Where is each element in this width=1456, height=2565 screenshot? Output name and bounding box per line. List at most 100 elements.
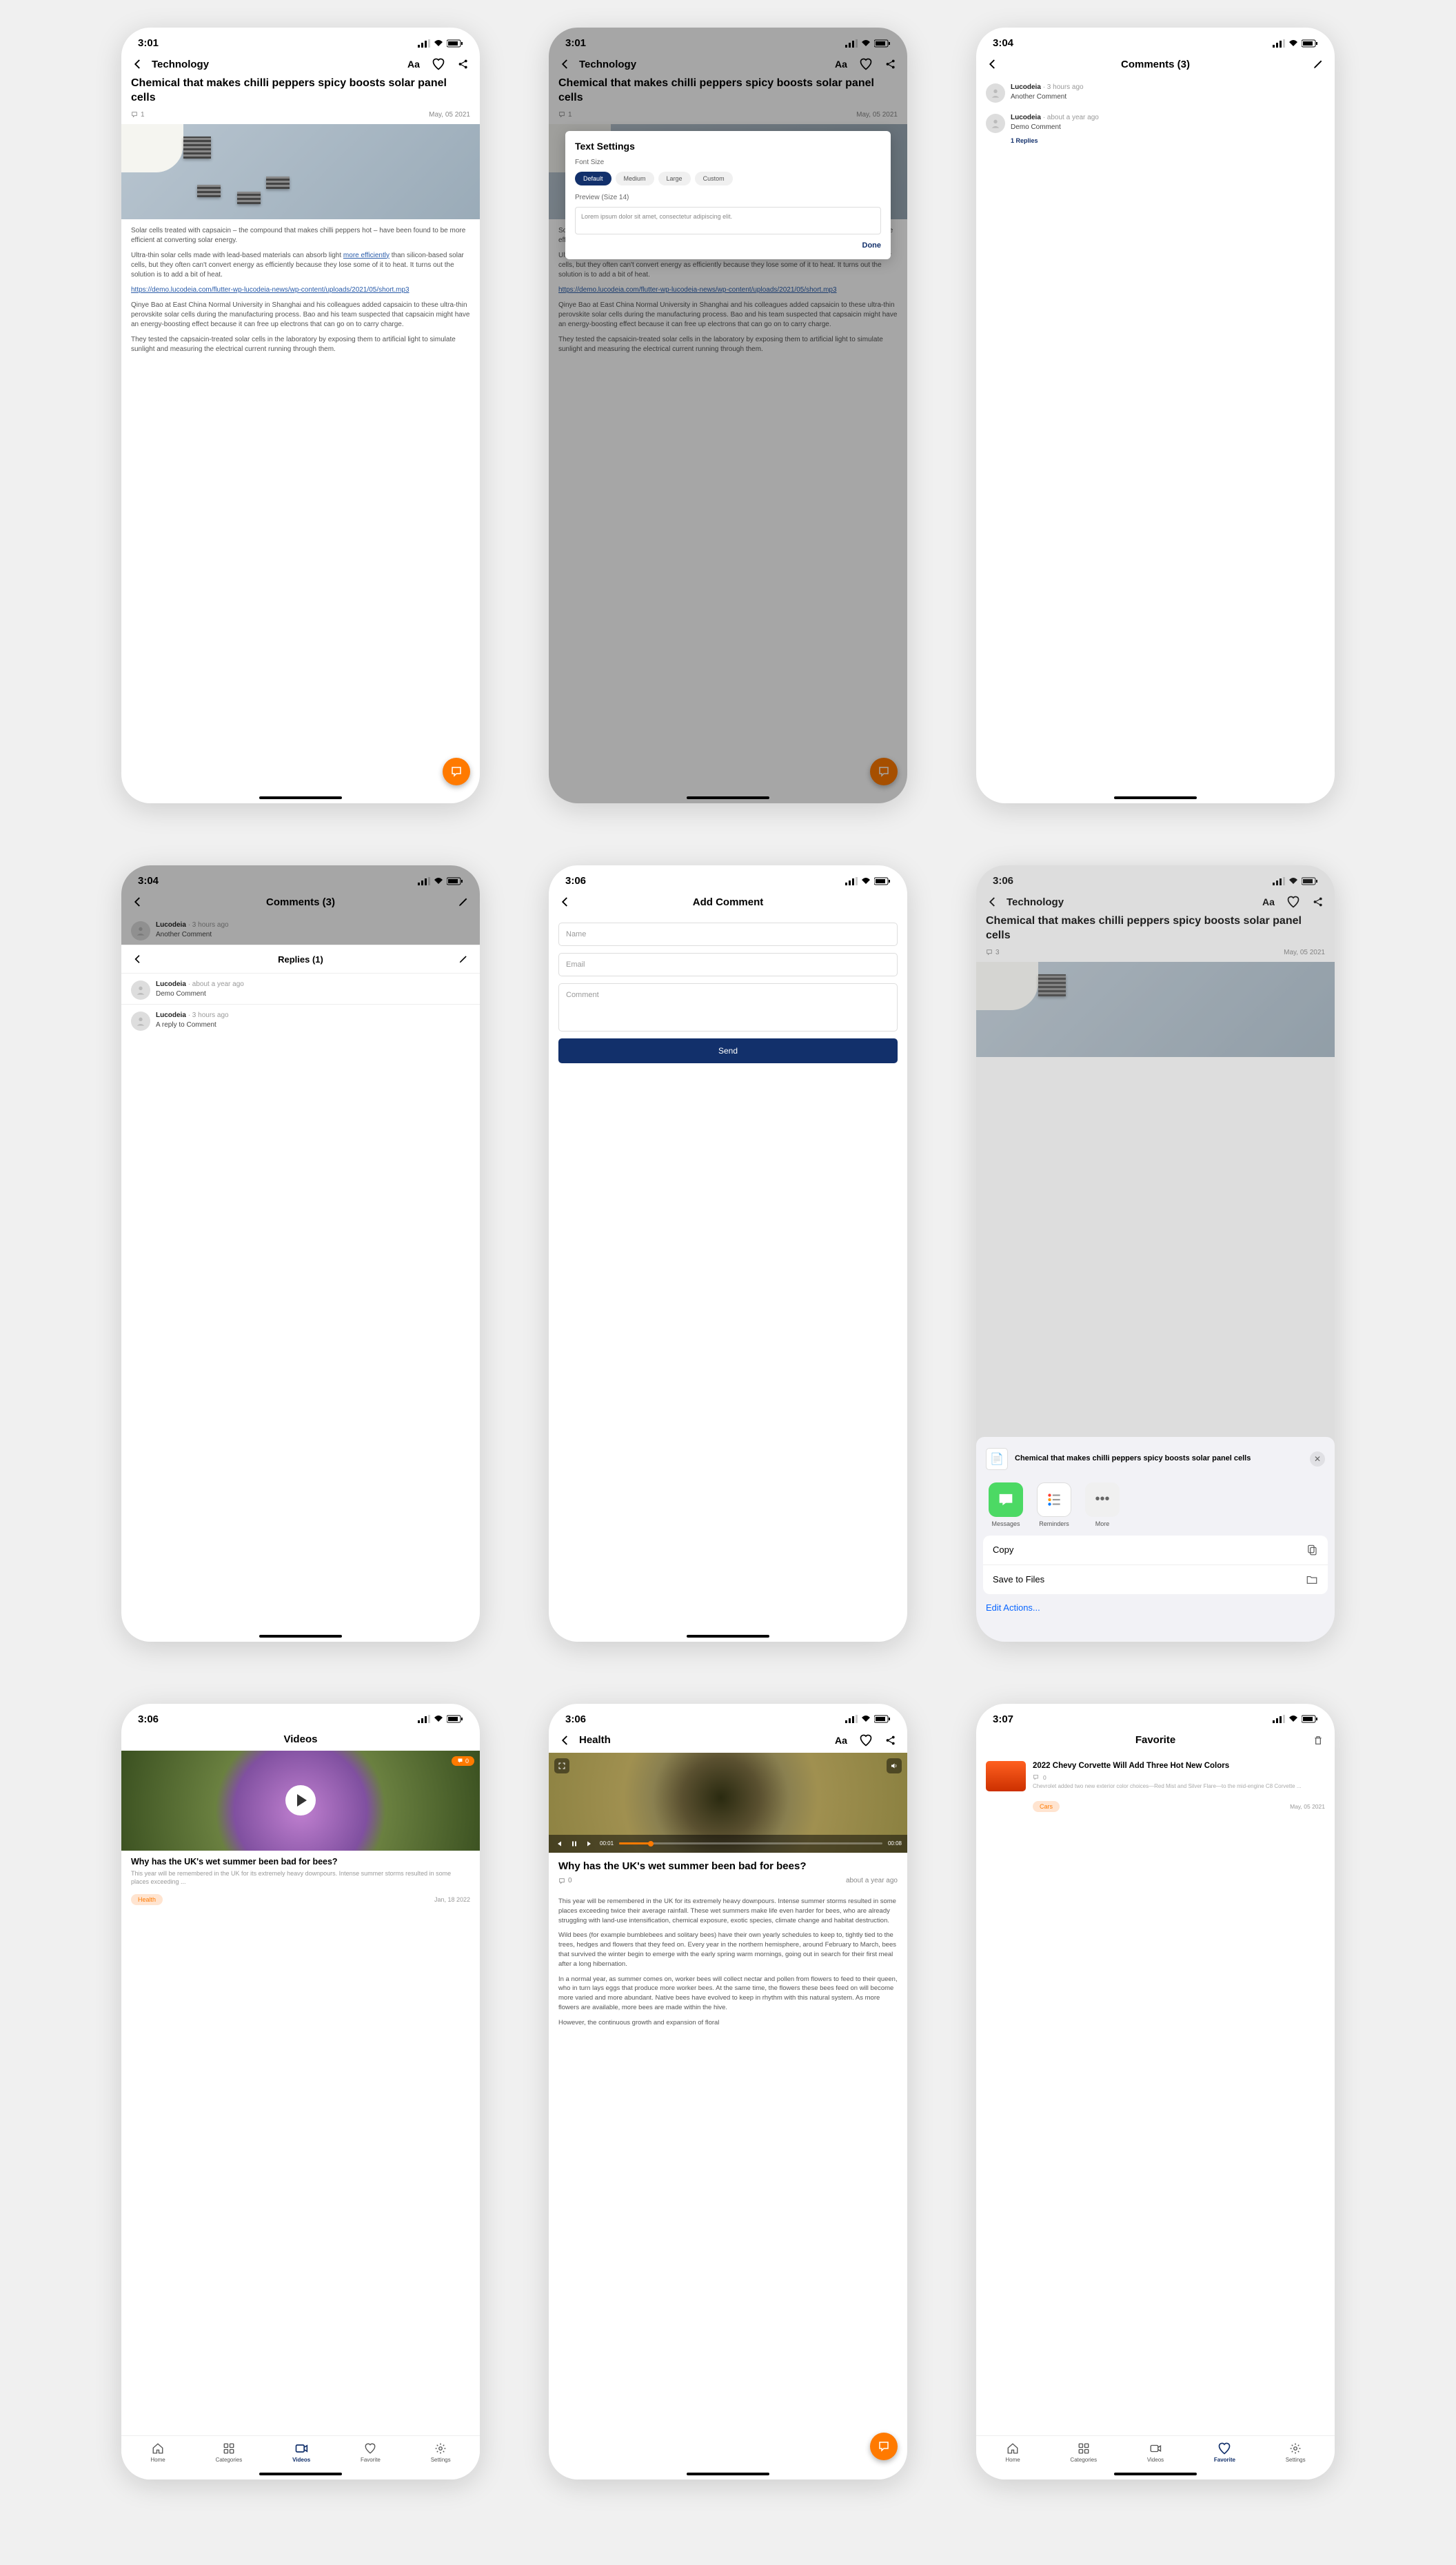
video-player[interactable]: 00:01 00:08 (549, 1753, 907, 1853)
mute-button[interactable] (887, 1758, 902, 1773)
tab-home[interactable]: Home (1005, 2442, 1020, 2463)
delete-button[interactable] (1311, 1733, 1325, 1747)
header-title: Add Comment (579, 896, 877, 908)
paragraph: Solar cells treated with capsaicin – the… (131, 226, 470, 245)
screen-comments: 3:04 Comments (3) Lucodeia · 3 hours ago… (976, 28, 1335, 803)
pause-button[interactable] (569, 1839, 579, 1849)
favorite-thumb (986, 1761, 1026, 1791)
tab-videos[interactable]: Videos (1147, 2442, 1164, 2463)
text-settings-button[interactable]: Aa (834, 1733, 848, 1747)
battery-icon (447, 39, 463, 48)
video-desc: This year will be remembered in the UK f… (121, 1870, 480, 1890)
favorite-button[interactable] (432, 57, 445, 71)
avatar-icon (986, 114, 1005, 133)
paragraph: In a normal year, as summer comes on, wo… (549, 1975, 907, 2018)
share-app-reminders[interactable]: Reminders (1037, 1482, 1071, 1527)
header-title: Technology (152, 59, 209, 70)
comment-badge: 0 (452, 1756, 474, 1766)
share-button[interactable] (884, 1733, 898, 1747)
screen-favorite: 3:07 Favorite 2022 Chevy Corvette Will A… (976, 1704, 1335, 2480)
share-button[interactable] (884, 57, 898, 71)
back-button[interactable] (558, 57, 572, 71)
done-button[interactable]: Done (575, 241, 881, 250)
paragraph: Qinye Bao at East China Normal Universit… (131, 301, 470, 330)
text-settings-button[interactable]: Aa (834, 57, 848, 71)
screen-add-comment: 3:06 Add Comment Name Email Comment Send (549, 865, 907, 1641)
favorite-desc: Chevrolet added two new exterior color c… (1033, 1783, 1325, 1790)
tab-settings[interactable]: Settings (431, 2442, 451, 2463)
tab-categories[interactable]: Categories (216, 2442, 243, 2463)
comment-fab[interactable] (443, 758, 470, 785)
edit-actions[interactable]: Edit Actions... (976, 1594, 1335, 1621)
comment-item[interactable]: Lucodeia · 3 hours ago Another Comment (976, 77, 1335, 107)
reply-item[interactable]: Lucodeia · about a year agoDemo Comment (121, 974, 480, 1005)
favorite-button[interactable] (859, 1733, 873, 1747)
preview-box: Lorem ipsum dolor sit amet, consectetur … (575, 207, 881, 234)
compose-button[interactable] (1311, 57, 1325, 71)
screen-video-article: 3:06 Health Aa 00:01 00:08 Why has the U… (549, 1704, 907, 2480)
favorite-item[interactable]: 2022 Chevy Corvette Will Add Three Hot N… (976, 1753, 1335, 1800)
close-button[interactable]: ✕ (1310, 1451, 1325, 1467)
compose-button[interactable] (456, 952, 470, 966)
next-button[interactable] (585, 1839, 594, 1849)
size-custom[interactable]: Custom (695, 172, 733, 185)
tab-settings[interactable]: Settings (1286, 2442, 1306, 2463)
share-app-messages[interactable]: Messages (989, 1482, 1023, 1527)
clock: 3:01 (565, 37, 586, 49)
send-button[interactable]: Send (558, 1038, 898, 1063)
tab-categories[interactable]: Categories (1070, 2442, 1097, 2463)
email-input[interactable]: Email (558, 953, 898, 976)
tab-favorite[interactable]: Favorite (361, 2442, 381, 2463)
modal-title: Text Settings (575, 141, 881, 152)
tab-favorite[interactable]: Favorite (1214, 2442, 1235, 2463)
media-link[interactable]: https://demo.lucodeia.com/flutter-wp-luc… (131, 286, 410, 294)
video-article-title: Why has the UK's wet summer been bad for… (549, 1853, 907, 1878)
back-button[interactable] (558, 1733, 572, 1747)
time-current: 00:01 (600, 1840, 614, 1847)
replies-link[interactable]: 1 Replies (976, 137, 1335, 144)
comment-item[interactable]: Lucodeia · about a year ago Demo Comment (976, 107, 1335, 137)
text-settings-button[interactable]: Aa (407, 57, 421, 71)
status-icons (418, 39, 463, 48)
screen-article: 3:01 Technology Aa Chemical that makes c… (121, 28, 480, 803)
header-title: Videos (131, 1733, 470, 1745)
tab-home[interactable]: Home (150, 2442, 165, 2463)
back-button[interactable] (131, 952, 145, 966)
favorite-button[interactable] (859, 57, 873, 71)
back-button[interactable] (558, 895, 572, 909)
back-button[interactable] (986, 57, 1000, 71)
fullscreen-button[interactable] (554, 1758, 569, 1773)
article-title: Chemical that makes chilli peppers spicy… (131, 77, 470, 105)
category-tag[interactable]: Cars (1033, 1801, 1060, 1812)
paragraph: They tested the capsaicin-treated solar … (131, 335, 470, 354)
folder-icon (1306, 1573, 1318, 1586)
paragraph: Ultra-thin solar cells made with lead-ba… (131, 251, 470, 280)
screen-share: 3:06 Technology Aa Chemical that makes c… (976, 865, 1335, 1641)
name-input[interactable]: Name (558, 923, 898, 946)
comment-input[interactable]: Comment (558, 983, 898, 1032)
size-default[interactable]: Default (575, 172, 611, 185)
category-tag[interactable]: Health (131, 1894, 163, 1905)
home-indicator (259, 796, 342, 799)
inline-link[interactable]: more efficiently (343, 252, 390, 259)
progress-bar[interactable] (619, 1842, 882, 1844)
back-button[interactable] (131, 57, 145, 71)
screen-text-settings: 3:01 Technology Aa Chemical that makes c… (549, 28, 907, 803)
share-title: Chemical that makes chilli peppers spicy… (1015, 1454, 1303, 1464)
paragraph: This year will be remembered in the UK f… (549, 1897, 907, 1931)
copy-icon (1306, 1544, 1318, 1556)
prev-button[interactable] (554, 1839, 564, 1849)
comment-fab[interactable] (870, 2433, 898, 2460)
video-title[interactable]: Why has the UK's wet summer been bad for… (121, 1851, 480, 1870)
share-app-more[interactable]: ••• More (1085, 1482, 1120, 1527)
save-to-files-action[interactable]: Save to Files (983, 1565, 1328, 1594)
comment-count-meta: 1 (131, 111, 145, 119)
reply-item[interactable]: Lucodeia · 3 hours agoA reply to Comment (121, 1005, 480, 1035)
size-medium[interactable]: Medium (616, 172, 654, 185)
play-button[interactable] (285, 1785, 316, 1815)
size-large[interactable]: Large (658, 172, 691, 185)
video-thumbnail[interactable]: 0 (121, 1751, 480, 1851)
share-button[interactable] (456, 57, 470, 71)
tab-videos[interactable]: Videos (292, 2442, 310, 2463)
copy-action[interactable]: Copy (983, 1536, 1328, 1565)
